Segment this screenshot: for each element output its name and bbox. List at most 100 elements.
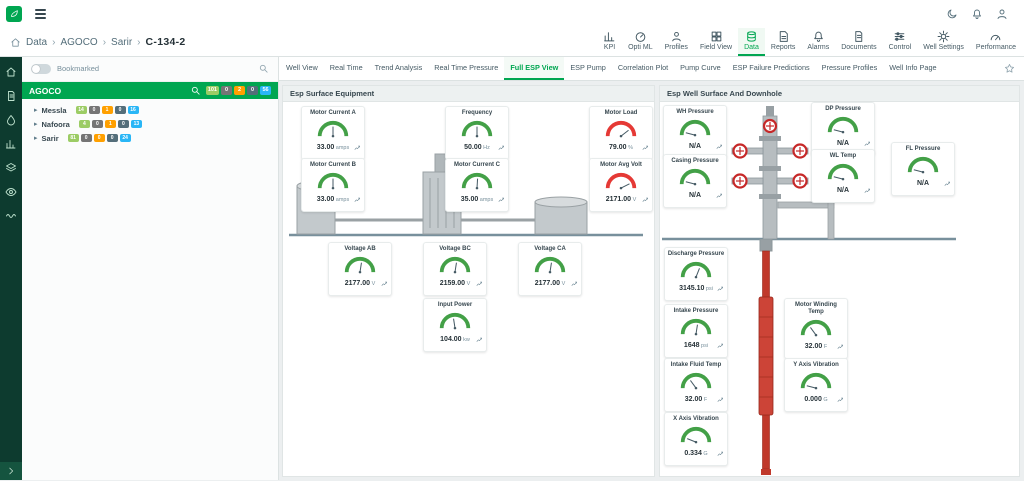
trend-icon[interactable] [571,275,578,293]
tab-well-info-page[interactable]: Well Info Page [883,56,942,80]
analytics-icon[interactable] [5,138,17,150]
gauge-dp-pressure[interactable]: DP PressureN/A [811,102,875,156]
gauge-motor-current-c[interactable]: Motor Current C35.00 amps [445,158,509,212]
toolbar-item-alarms[interactable]: Alarms [801,28,835,56]
gauge-discharge-pressure[interactable]: Discharge Pressure3145.10 psi [664,247,728,301]
toolbar-item-label: Data [744,44,759,51]
gauge-wl-temp[interactable]: WL TempN/A [811,149,875,203]
gauge-voltage-bc[interactable]: Voltage BC2159.00 V [423,242,487,296]
search-icon[interactable] [190,85,201,96]
trend-icon[interactable] [642,139,649,157]
gauge-fl-pressure[interactable]: FL PressureN/A [891,142,955,196]
leaf-icon [9,5,19,23]
trend-icon[interactable] [642,191,649,209]
count-badge: 13 [131,120,142,128]
gauge-motor-avg-volt[interactable]: Motor Avg Volt2171.00 V [589,158,653,212]
signals-icon[interactable] [5,210,17,222]
tab-trend-analysis[interactable]: Trend Analysis [369,56,429,80]
breadcrumb-separator: › [103,37,106,48]
sidebar-expand-button[interactable] [0,462,22,480]
gauge-motor-load[interactable]: Motor Load79.00 % [589,106,653,160]
trend-icon[interactable] [476,331,483,349]
tab-correlation-plot[interactable]: Correlation Plot [612,56,674,80]
expander-icon[interactable]: ▸ [34,106,38,114]
toolbar-item-documents[interactable]: Documents [835,28,882,56]
trend-icon[interactable] [498,191,505,209]
theme-toggle-icon[interactable] [946,8,958,20]
toolbar-item-label: Documents [841,44,876,51]
tab-well-view[interactable]: Well View [280,56,324,80]
trend-icon[interactable] [837,391,844,409]
trend-icon[interactable] [717,337,724,355]
gauge-motor-current-b[interactable]: Motor Current B33.00 amps [301,158,365,212]
count-badge: 0 [115,106,126,114]
toolbar-item-profiles[interactable]: Profiles [659,28,694,56]
gauge-x-axis-vibration[interactable]: X Axis Vibration0.334 G [664,412,728,466]
gauge-casing-pressure[interactable]: Casing PressureN/A [663,154,727,208]
trend-icon[interactable] [864,182,871,200]
breadcrumb-item-sarir[interactable]: Sarir [111,37,132,48]
bookmarked-toggle[interactable] [31,64,51,74]
favorite-star-icon[interactable] [997,56,1022,80]
toolbar-item-kpi[interactable]: KPI [597,28,622,56]
tree-item-messla[interactable]: ▸Messla1401016 [22,103,278,117]
trend-icon[interactable] [717,445,724,463]
gauge-intake-pressure[interactable]: Intake Pressure1648 psi [664,304,728,358]
count-badge: 14 [76,106,87,114]
tree-item-sarir[interactable]: ▸Sarir8100024 [22,131,278,145]
toolbar-item-reports[interactable]: Reports [765,28,802,56]
toolbar-item-field-view[interactable]: Field View [694,28,738,56]
tree-item-nafoora[interactable]: ▸Nafoora401013 [22,117,278,131]
toolbar-item-performance[interactable]: Performance [970,28,1022,56]
trend-icon[interactable] [944,175,951,193]
breadcrumb-item-agoco[interactable]: AGOCO [60,37,97,48]
toolbar-item-data[interactable]: Data [738,28,765,56]
gauge-dial [677,424,715,445]
breadcrumb-item-c-134-2[interactable]: C-134-2 [146,36,186,48]
gauge-voltage-ca[interactable]: Voltage CA2177.00 V [518,242,582,296]
dashboard-icon[interactable] [5,66,17,78]
search-icon[interactable] [258,63,269,74]
toolbar-item-control[interactable]: Control [883,28,918,56]
expander-icon[interactable]: ▸ [34,120,38,128]
toolbar-item-opti-ml[interactable]: Opti ML [622,28,659,56]
profile-icon[interactable] [996,8,1008,20]
expander-icon[interactable]: ▸ [34,134,38,142]
trend-icon[interactable] [717,391,724,409]
trend-icon[interactable] [476,275,483,293]
gauge-wh-pressure[interactable]: WH PressureN/A [663,105,727,159]
monitoring-icon[interactable] [5,186,17,198]
tab-real-time[interactable]: Real Time [324,56,369,80]
gauge-intake-fluid-temp[interactable]: Intake Fluid Temp32.00 F [664,358,728,412]
tab-esp-pump[interactable]: ESP Pump [564,56,612,80]
trend-icon[interactable] [717,280,724,298]
wells-icon[interactable] [5,114,17,126]
tab-real-time-pressure[interactable]: Real Time Pressure [428,56,504,80]
network-icon[interactable] [5,162,17,174]
toolbar-item-well-settings[interactable]: Well Settings [917,28,970,56]
app-logo[interactable] [6,6,22,22]
gauge-y-axis-vibration[interactable]: Y Axis Vibration0.000 G [784,358,848,412]
breadcrumb: Data›AGOCO›Sarir›C-134-2 [10,36,186,56]
menu-icon[interactable] [33,5,48,22]
tree-root-agoco[interactable]: AGOCO 10102056 [22,82,278,99]
notifications-icon[interactable] [971,8,983,20]
gauge-input-power[interactable]: Input Power104.00 kw [423,298,487,352]
tab-pressure-profiles[interactable]: Pressure Profiles [816,56,884,80]
trend-icon[interactable] [354,139,361,157]
trend-icon[interactable] [354,191,361,209]
tab-full-esp-view[interactable]: Full ESP View [504,56,564,80]
gauge-frequency[interactable]: Frequency50.00 Hz [445,106,509,160]
gauge-motor-winding-temp[interactable]: Motor Winding Temp32.00 F [784,298,848,359]
breadcrumb-item-data[interactable]: Data [26,37,47,48]
gauge-motor-current-a[interactable]: Motor Current A33.00 amps [301,106,365,160]
trend-icon[interactable] [716,187,723,205]
tab-pump-curve[interactable]: Pump Curve [674,56,727,80]
trend-icon[interactable] [498,139,505,157]
gauge-voltage-ab[interactable]: Voltage AB2177.00 V [328,242,392,296]
tab-esp-failure-predictions[interactable]: ESP Failure Predictions [727,56,816,80]
documents-icon[interactable] [5,90,17,102]
trend-icon[interactable] [381,275,388,293]
trend-icon[interactable] [837,338,844,356]
gauge-title: Voltage AB [331,246,389,253]
